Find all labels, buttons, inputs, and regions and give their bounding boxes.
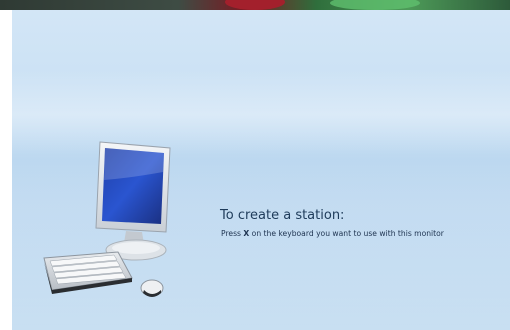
computer-monitor-keyboard-mouse-icon (43, 141, 171, 297)
background-image-strip (0, 0, 510, 10)
background-image-detail (330, 0, 420, 10)
instruction-prefix: Press (221, 229, 244, 238)
mouse-icon (140, 279, 164, 297)
keyboard-icon (43, 251, 133, 294)
page-title: To create a station: (220, 208, 345, 223)
monitor-icon (95, 141, 171, 261)
instruction-suffix: on the keyboard you want to use with thi… (249, 229, 444, 238)
background-image-detail (225, 0, 285, 10)
station-instruction: Press X on the keyboard you want to use … (221, 229, 444, 238)
